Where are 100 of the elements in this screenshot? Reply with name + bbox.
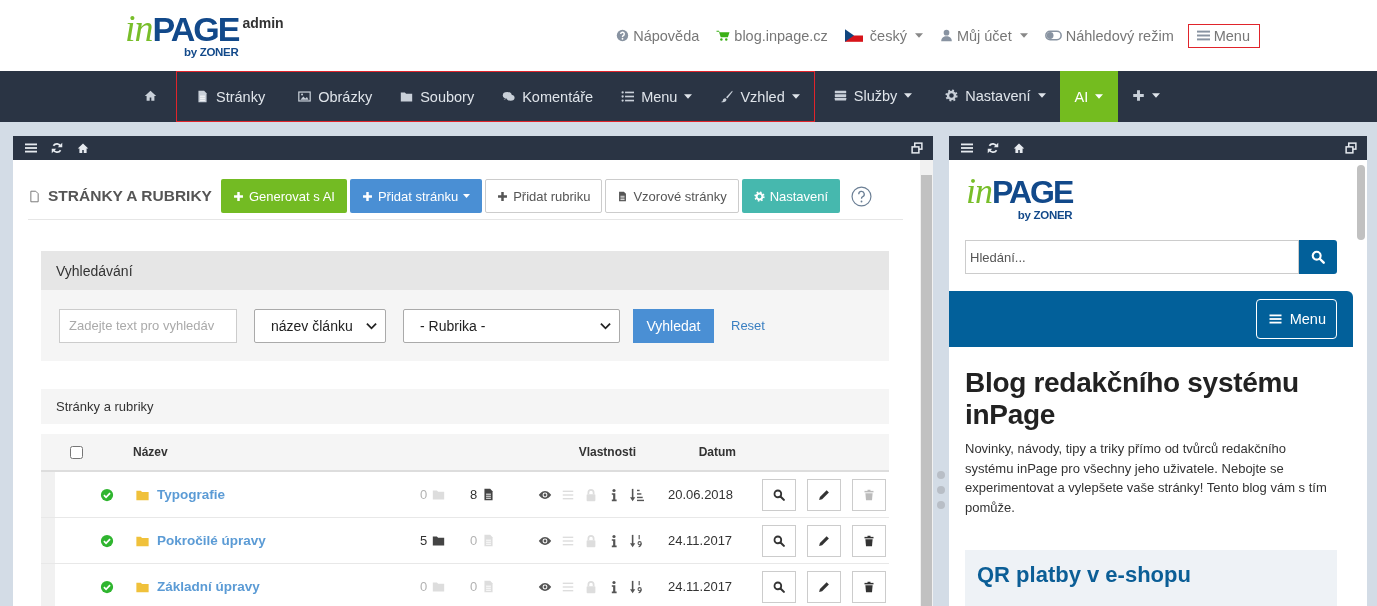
header-link[interactable]: Můj účet: [939, 27, 1028, 44]
edit-button[interactable]: [807, 524, 841, 557]
category-link[interactable]: Základní úpravy: [157, 579, 418, 594]
logo-byline: by ZONER: [183, 46, 239, 58]
menu-icon[interactable]: [25, 142, 37, 154]
restore-window-icon[interactable]: [1345, 142, 1357, 154]
image-icon: [298, 90, 312, 103]
section-header: Stránky a rubriky: [41, 389, 889, 424]
chevron-icon: [600, 321, 611, 330]
date-text: 20.06.2018: [667, 487, 735, 502]
scrollbar-thumb[interactable]: [1357, 165, 1365, 240]
pencil-icon: [818, 580, 830, 593]
sort-icon[interactable]: [630, 533, 644, 548]
nav-tab[interactable]: Obrázky: [284, 72, 387, 121]
column-header: Vlastnosti: [577, 445, 637, 459]
search-button[interactable]: [1299, 240, 1337, 274]
header-link[interactable]: Náhledový režim: [1044, 27, 1174, 44]
edit-button[interactable]: [807, 478, 841, 511]
dropdown-select[interactable]: - Rubrika -: [403, 308, 620, 343]
nav-tab[interactable]: Menu: [607, 72, 707, 121]
search-field[interactable]: Hledání...: [965, 240, 1299, 274]
user-icon: [939, 29, 953, 42]
category-link[interactable]: Typografie: [157, 487, 418, 502]
search-icon: [773, 488, 785, 501]
article-title: QR platby v e-shopu: [977, 562, 1192, 588]
help-icon[interactable]: [851, 185, 873, 207]
settings-icon: [945, 89, 959, 102]
blog-intro: Novinky, návody, tipy a triky přímo od tvůrců redakčního systému inPage pro všechny jeho uživatele. Nebojte se experimentovat a vylepšete vaše stránky! Tento blog vám s tím pomůže.: [965, 440, 1328, 517]
home-icon[interactable]: [77, 142, 89, 154]
dropdown-select[interactable]: název článku: [254, 308, 386, 343]
restore-window-icon[interactable]: [911, 142, 923, 154]
action-button[interactable]: Přidat stránku: [349, 179, 483, 213]
nav-tab[interactable]: Stránky: [177, 72, 285, 121]
nav-tab[interactable]: Nastavení: [931, 71, 1060, 120]
search-button[interactable]: Vyhledat: [633, 308, 714, 343]
list-icon: [621, 90, 635, 103]
nav-tab[interactable]: Soubory: [386, 72, 489, 121]
sort-icon[interactable]: [630, 579, 644, 594]
reset-link[interactable]: Reset: [731, 318, 765, 333]
page-count: 0: [470, 579, 478, 594]
refresh-icon[interactable]: [987, 142, 999, 154]
toggle-icon: [1044, 30, 1062, 41]
pencil-icon: [818, 534, 830, 547]
search-icon: [773, 534, 785, 547]
admin-label: admin: [242, 15, 284, 31]
folder-icon: [432, 488, 446, 501]
blog-heading: Blog redakčního systému inPage: [965, 367, 1300, 431]
folder-icon: [432, 534, 446, 547]
header-link[interactable]: Nápověda: [616, 27, 700, 44]
category-link[interactable]: Pokročilé úpravy: [157, 533, 418, 548]
action-button[interactable]: Generovat s AI: [220, 179, 347, 213]
folder-count: 5: [420, 533, 428, 548]
document-icon: [196, 90, 209, 103]
drag-handle-icon[interactable]: [937, 471, 945, 509]
column-header: Datum: [697, 445, 737, 459]
cart-icon: [716, 29, 731, 42]
refresh-icon[interactable]: [51, 142, 63, 154]
action-button[interactable]: Vzorové stránky: [605, 179, 739, 213]
header-link[interactable]: český: [844, 27, 923, 44]
delete-button[interactable]: [852, 524, 886, 557]
document-icon: [482, 534, 496, 547]
menu-icon[interactable]: [961, 142, 973, 154]
action-button[interactable]: Přidat rubriku: [485, 179, 603, 213]
preview-button[interactable]: [762, 570, 796, 603]
comments-icon: [502, 90, 516, 103]
search-icon: [773, 580, 785, 593]
delete-button[interactable]: [852, 570, 886, 603]
home-icon[interactable]: [1013, 142, 1025, 154]
pencil-icon: [818, 488, 830, 501]
trash-icon: [863, 534, 875, 547]
date-text: 24.11.2017: [667, 579, 734, 594]
menu-button[interactable]: Menu: [1187, 23, 1260, 48]
folder-count: 0: [420, 487, 428, 502]
trash-icon: [863, 580, 875, 593]
menu-button[interactable]: Menu: [1255, 299, 1337, 339]
nav-tab[interactable]: Komentáře: [488, 72, 608, 121]
scrollbar-thumb[interactable]: [921, 175, 932, 606]
nav-tab[interactable]: Služby: [814, 71, 932, 120]
logo-wordmark: PAGE: [152, 14, 239, 44]
help-icon: [616, 29, 630, 42]
action-button[interactable]: Nastavení: [741, 179, 841, 213]
nav-tab[interactable]: Vzhled: [706, 72, 814, 121]
date-text: 24.11.2017: [667, 533, 734, 548]
folder-count: 0: [420, 579, 428, 594]
search-panel-header: Vyhledávání: [41, 251, 889, 290]
brush-icon: [720, 90, 734, 103]
plus-icon: [232, 190, 244, 202]
edit-button[interactable]: [807, 570, 841, 603]
document-icon: [617, 190, 629, 202]
select-all-checkbox[interactable]: [70, 445, 83, 459]
folder-icon: [400, 90, 414, 103]
preview-button[interactable]: [762, 524, 796, 557]
server-icon: [833, 89, 847, 102]
header-link[interactable]: blog.inpage.cz: [716, 27, 828, 44]
logo-wordmark: PAGE: [992, 177, 1073, 207]
preview-button[interactable]: [762, 478, 796, 511]
logo-byline: by ZONER: [1017, 209, 1073, 221]
logo-script-text: in: [966, 176, 992, 206]
search-field[interactable]: Zadejte text pro vyhledáv: [59, 308, 237, 343]
sort-icon[interactable]: [630, 487, 644, 502]
